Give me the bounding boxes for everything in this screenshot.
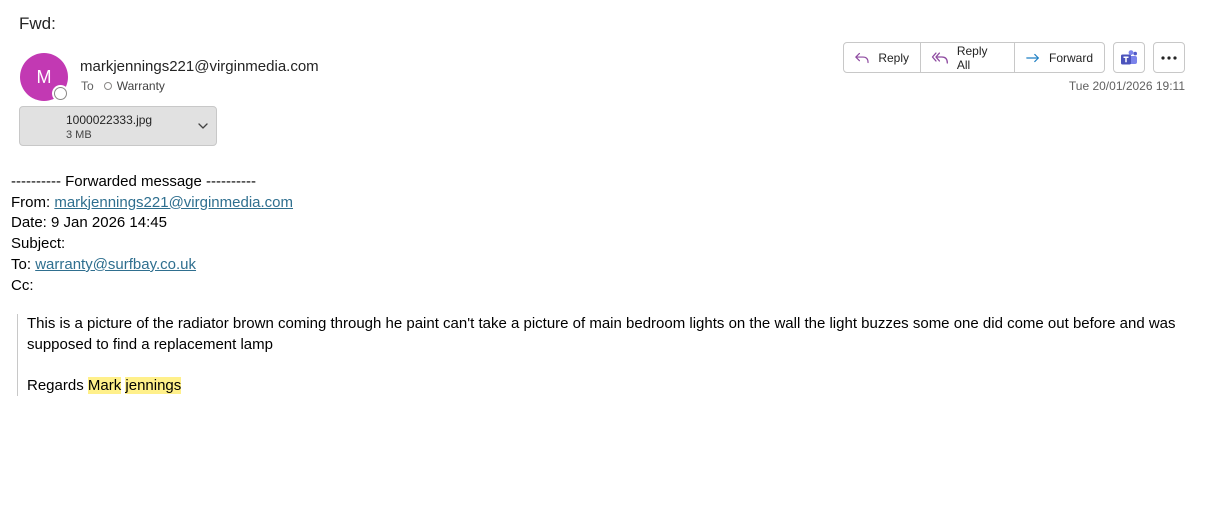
quoted-message: This is a picture of the radiator brown … — [17, 314, 1187, 396]
forwarded-date-line: Date: 9 Jan 2026 14:45 — [11, 214, 167, 232]
sender-email[interactable]: markjennings221@virginmedia.com — [80, 58, 319, 75]
forwarded-cc-line: Cc: — [11, 276, 34, 294]
avatar-initial: M — [36, 66, 52, 87]
forward-label: Forward — [1048, 50, 1093, 65]
regards-label: Regards — [27, 376, 88, 394]
presence-status-icon — [54, 87, 67, 100]
quoted-body-text: This is a picture of the radiator brown … — [27, 315, 1176, 353]
reply-button[interactable]: Reply — [844, 43, 921, 72]
forwarded-to-line: To: warranty@surfbay.co.uk — [11, 255, 293, 276]
message-subject: Fwd: — [19, 14, 56, 33]
reply-all-label: Reply All — [956, 43, 988, 72]
forwarded-header-block: ---------- Forwarded message ---------- … — [11, 172, 293, 296]
reply-all-button[interactable]: Reply All — [921, 43, 1015, 72]
attachment-filename: 1000022333.jpg — [66, 113, 153, 127]
signature-last-name: jennings — [125, 376, 182, 394]
to-field-label: To: — [11, 255, 36, 273]
reply-all-arrow-icon — [931, 51, 948, 64]
to-label: To — [81, 79, 94, 93]
recipient-line: To Warranty — [81, 79, 165, 93]
forwarded-subject-line: Subject: — [11, 235, 66, 253]
teams-icon — [1121, 49, 1137, 64]
from-label: From: — [11, 193, 55, 211]
reply-arrow-icon — [855, 52, 869, 63]
forwarded-separator: ---------- Forwarded message ---------- — [11, 173, 256, 190]
message-timestamp: Tue 20/01/2026 19:11 — [1068, 79, 1185, 93]
reply-label: Reply — [878, 50, 909, 65]
attachment-card[interactable]: 1000022333.jpg 3 MB — [19, 106, 217, 146]
from-email-link[interactable]: markjennings221@virginmedia.com — [54, 194, 293, 211]
recipient-presence-icon — [103, 82, 112, 90]
teams-chat-button[interactable] — [1113, 42, 1145, 73]
chevron-down-icon[interactable] — [196, 119, 210, 133]
signature-line: Regards Mark jennings — [27, 376, 1187, 397]
reply-actions-group: Reply Reply All Forward — [843, 42, 1105, 73]
attachment-size: 3 MB — [66, 129, 92, 141]
forward-arrow-icon — [1026, 53, 1039, 62]
signature-first-name: Mark — [87, 376, 122, 394]
more-options-button[interactable] — [1153, 42, 1185, 73]
more-options-icon — [1161, 55, 1177, 60]
to-email-link[interactable]: warranty@surfbay.co.uk — [35, 256, 196, 273]
recipient-name[interactable]: Warranty — [117, 79, 165, 93]
forwarded-from-line: From: markjennings221@virginmedia.com — [11, 193, 293, 214]
forward-button[interactable]: Forward — [1015, 43, 1104, 72]
